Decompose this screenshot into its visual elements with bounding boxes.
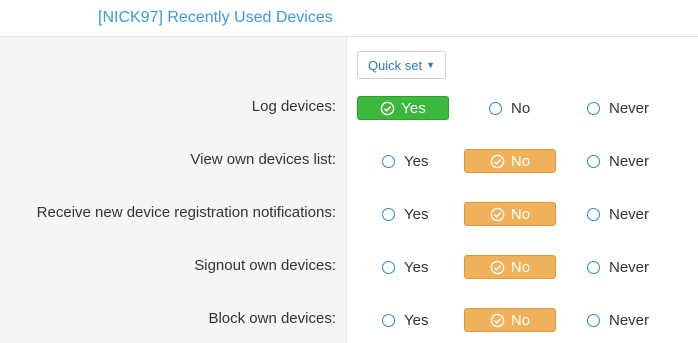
radio-icon — [587, 207, 600, 221]
radio-icon — [587, 101, 600, 115]
option-yes-label: Yes — [404, 258, 429, 276]
option-no-selected[interactable]: No — [464, 149, 556, 173]
row-label-signout-own-devices: Signout own devices: — [194, 257, 336, 274]
radio-icon — [382, 313, 395, 327]
option-no-label: No — [510, 205, 531, 223]
check-circle-icon — [490, 260, 505, 274]
quick-set-label: Quick set — [367, 57, 423, 73]
row-label-view-own-devices-list: View own devices list: — [190, 151, 336, 168]
row-label-log-devices: Log devices: — [251, 98, 336, 115]
option-yes-label: Yes — [404, 152, 429, 170]
option-yes-selected[interactable]: Yes — [357, 96, 449, 120]
radio-icon — [382, 260, 395, 274]
radio-icon — [587, 260, 600, 274]
page-title: [NICK97] Recently Used Devices — [98, 9, 333, 26]
option-yes-label: Yes — [404, 205, 429, 223]
option-never[interactable]: Never — [587, 255, 649, 279]
option-yes[interactable]: Yes — [382, 255, 428, 279]
label-column — [0, 37, 347, 343]
option-never[interactable]: Never — [587, 96, 649, 120]
option-yes[interactable]: Yes — [382, 149, 428, 173]
option-never-label: Never — [609, 205, 650, 223]
radio-icon — [587, 313, 600, 327]
option-yes-label: Yes — [404, 311, 429, 329]
option-no-selected[interactable]: No — [464, 202, 556, 226]
option-never[interactable]: Never — [587, 308, 649, 332]
option-never-label: Never — [609, 99, 650, 117]
radio-icon — [489, 101, 502, 115]
option-yes[interactable]: Yes — [382, 308, 428, 332]
option-no-selected[interactable]: No — [464, 308, 556, 332]
radio-icon — [382, 154, 395, 168]
check-circle-icon — [490, 207, 505, 221]
option-never-label: Never — [609, 311, 650, 329]
quick-set-button[interactable]: Quick set ▼ — [357, 51, 446, 79]
check-circle-icon — [490, 313, 505, 327]
row-label-block-own-devices: Block own devices: — [208, 310, 336, 327]
option-no-label: No — [510, 152, 531, 170]
check-circle-icon — [380, 101, 395, 115]
option-no-selected[interactable]: No — [464, 255, 556, 279]
option-no[interactable]: No — [489, 96, 530, 120]
option-no-label: No — [510, 258, 531, 276]
option-never[interactable]: Never — [587, 202, 649, 226]
check-circle-icon — [490, 154, 505, 168]
option-never-label: Never — [609, 152, 650, 170]
option-yes-label: Yes — [401, 99, 426, 117]
options-column — [347, 37, 698, 343]
radio-icon — [382, 207, 395, 221]
row-label-receive-new-device-registration-notifications: Receive new device registration notifica… — [36, 204, 336, 221]
option-never-label: Never — [609, 258, 650, 276]
option-no-label: No — [511, 99, 531, 117]
page-header: [NICK97] Recently Used Devices — [0, 0, 698, 37]
option-never[interactable]: Never — [587, 149, 649, 173]
option-yes[interactable]: Yes — [382, 202, 428, 226]
caret-down-icon: ▼ — [426, 60, 436, 70]
radio-icon — [587, 154, 600, 168]
option-no-label: No — [510, 311, 531, 329]
